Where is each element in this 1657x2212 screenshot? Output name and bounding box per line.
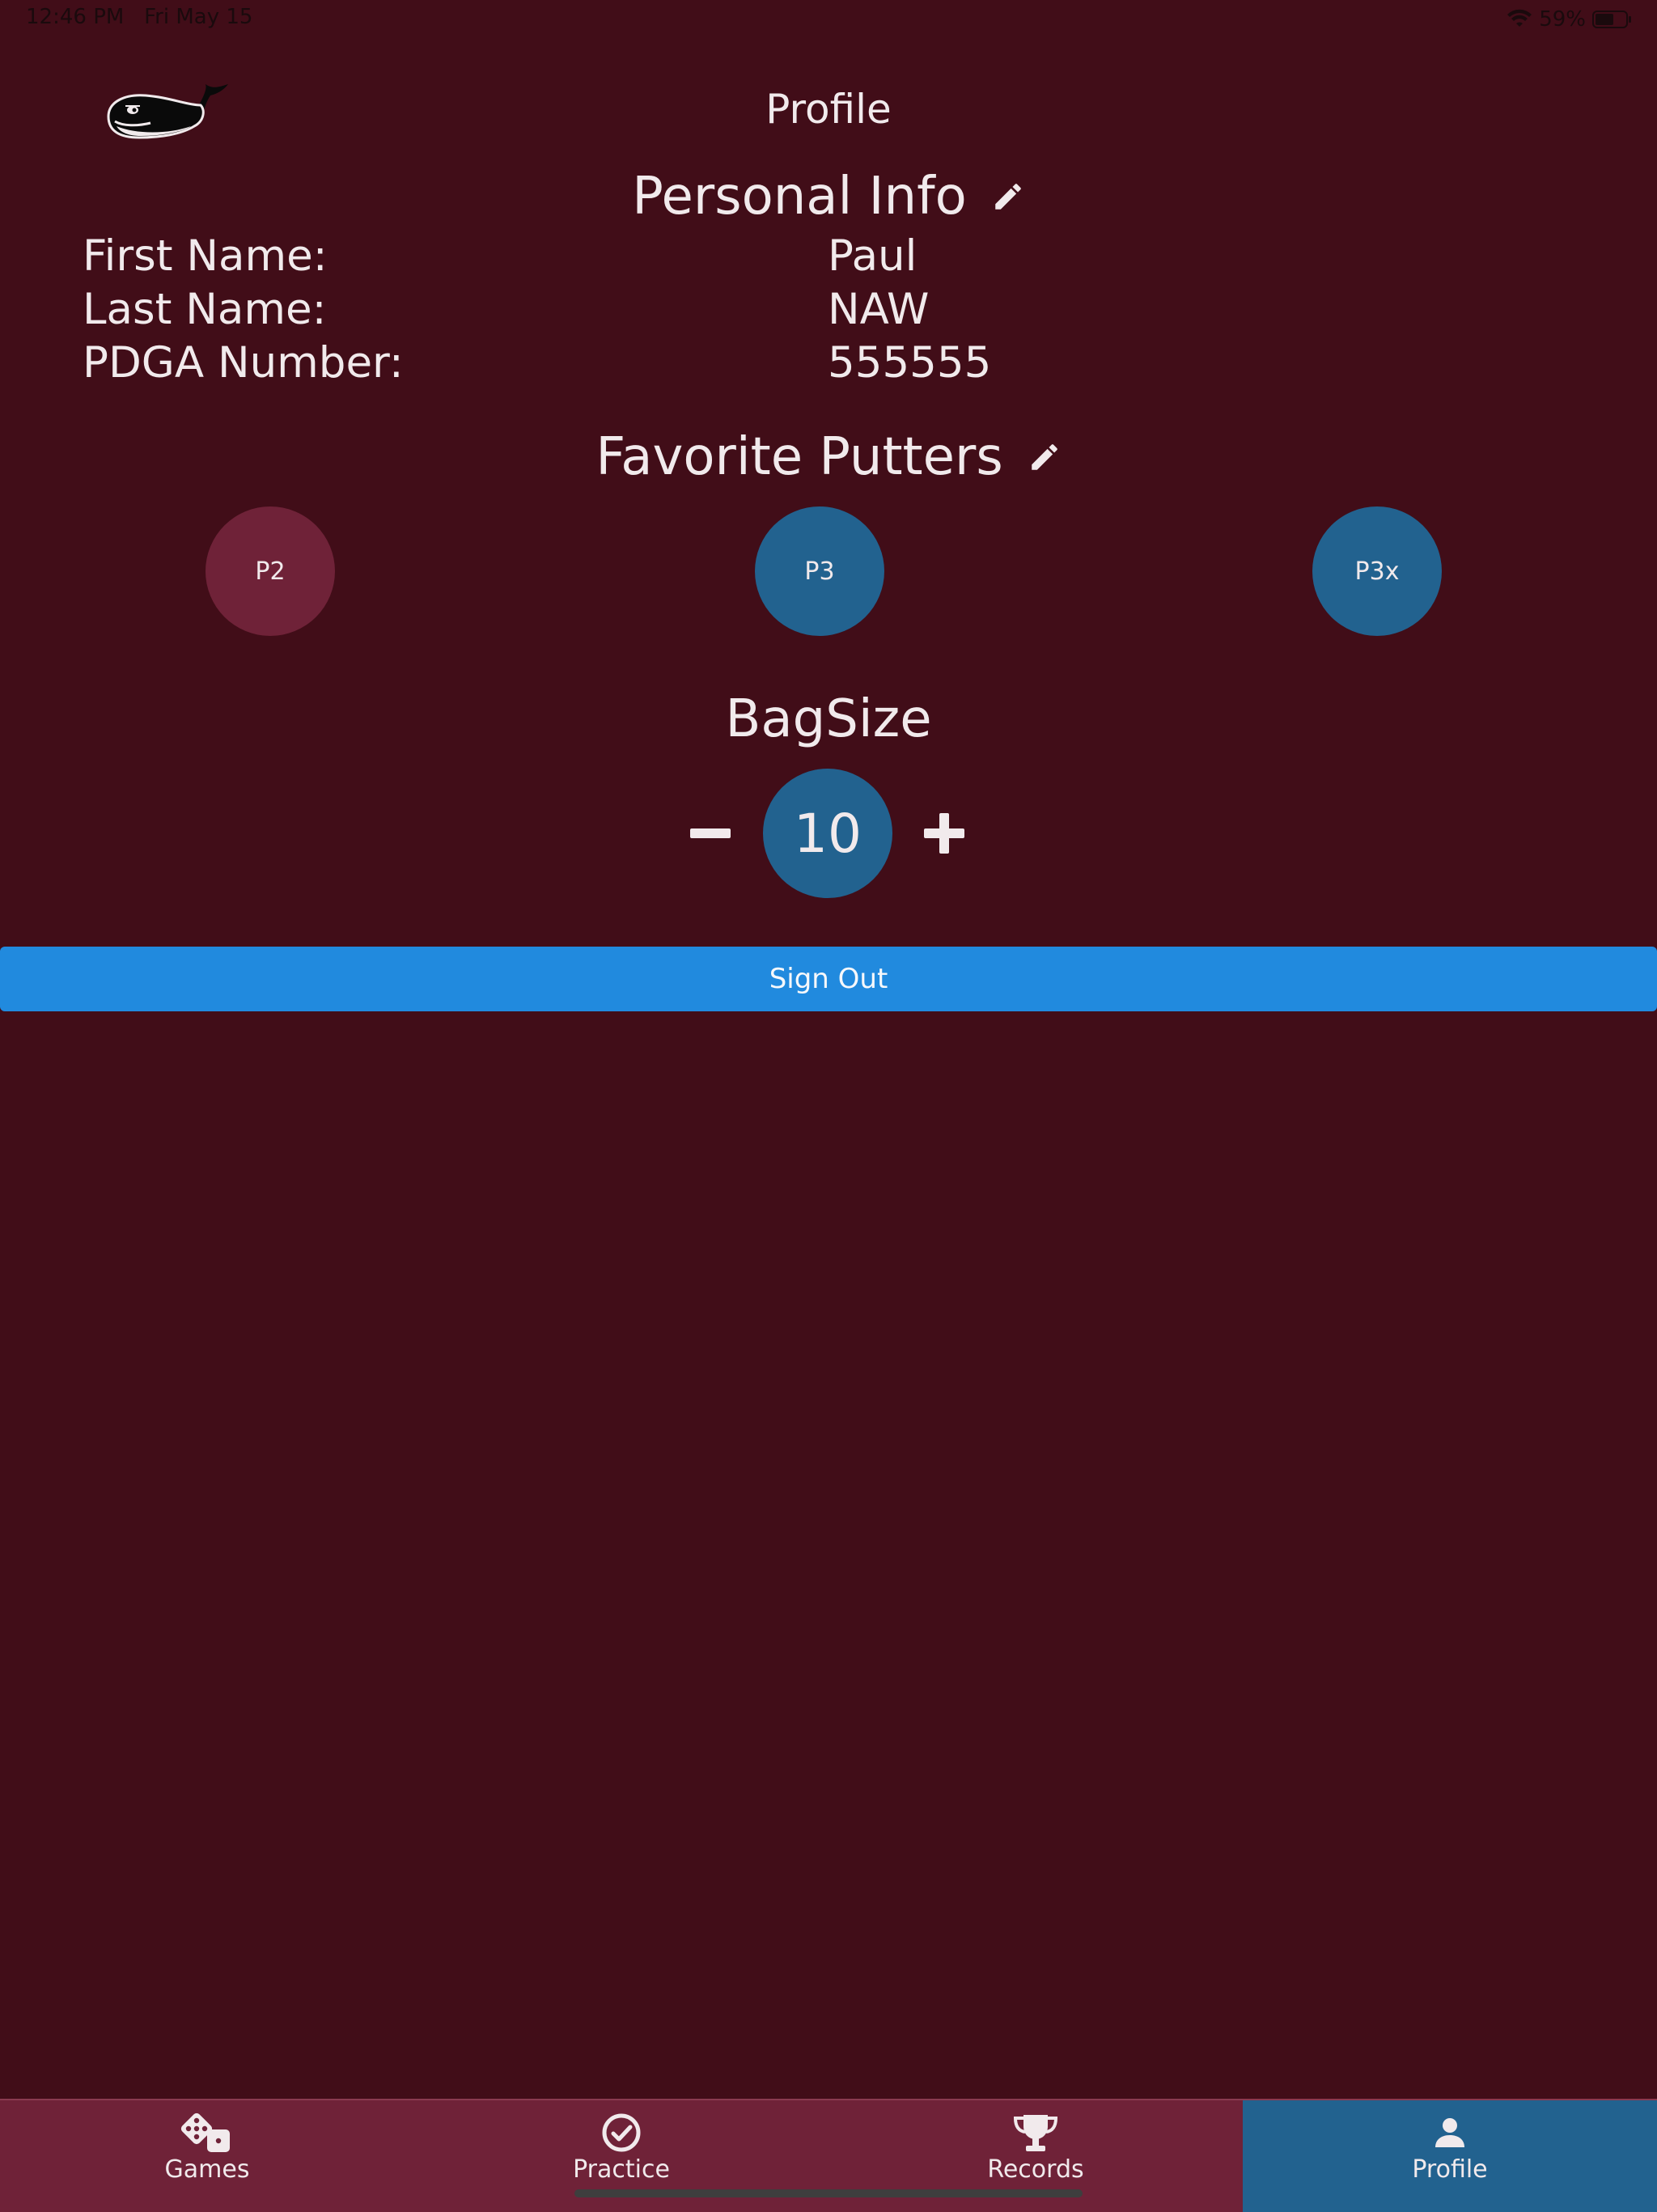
status-indicators: 59% [1507, 5, 1633, 34]
dice-icon [180, 2112, 235, 2154]
status-bar: 12:46 PM Fri May 15 59% [0, 0, 1657, 39]
pdga-number-row: PDGA Number: 555555 [83, 338, 1620, 392]
tab-records-label: Records [987, 2155, 1084, 2184]
personal-info-title: Personal Info [632, 167, 967, 227]
wifi-icon [1507, 9, 1532, 30]
pdga-number-label: PDGA Number: [83, 338, 404, 388]
last-name-row: Last Name: NAW [83, 285, 1620, 338]
trophy-icon [1012, 2112, 1059, 2154]
putter-p2-button[interactable]: P2 [206, 506, 335, 636]
bag-size-value: 10 [763, 769, 892, 898]
decrement-button[interactable] [678, 801, 743, 866]
plus-icon [924, 813, 964, 854]
home-indicator [574, 2189, 1083, 2197]
edit-personal-info-pencil-icon[interactable] [991, 180, 1025, 214]
minus-icon [690, 828, 731, 838]
putter-p3-button[interactable]: P3 [755, 506, 884, 636]
putter-label: P3 [804, 557, 835, 586]
personal-info-header: Personal Info [0, 163, 1657, 230]
favorite-putters-header: Favorite Putters [0, 424, 1657, 490]
tab-profile-label: Profile [1412, 2155, 1488, 2184]
page-title: Profile [765, 86, 892, 133]
bag-size-header: BagSize [0, 686, 1657, 752]
pdga-number-value: 555555 [828, 338, 992, 388]
favorite-putters-title: Favorite Putters [595, 427, 1003, 487]
tab-practice-label: Practice [573, 2155, 670, 2184]
person-icon [1429, 2112, 1471, 2154]
tab-games[interactable]: Games [0, 2100, 414, 2212]
first-name-value: Paul [828, 231, 917, 281]
battery-icon [1592, 10, 1633, 29]
status-time: 12:46 PM Fri May 15 [26, 5, 253, 29]
bag-size-title: BagSize [725, 689, 932, 749]
last-name-value: NAW [828, 285, 930, 334]
last-name-label: Last Name: [83, 285, 327, 334]
putter-label: P3x [1354, 557, 1400, 586]
tab-games-label: Games [164, 2155, 250, 2184]
putter-label: P2 [255, 557, 286, 586]
bag-size-number: 10 [794, 802, 862, 865]
tab-profile[interactable]: Profile [1243, 2100, 1657, 2212]
sign-out-button[interactable]: Sign Out [0, 947, 1657, 1011]
increment-button[interactable] [912, 801, 977, 866]
battery-percentage: 59% [1539, 7, 1586, 32]
edit-putters-pencil-icon[interactable] [1028, 440, 1062, 474]
check-circle-icon [600, 2112, 642, 2154]
first-name-label: First Name: [83, 231, 328, 281]
first-name-row: First Name: Paul [83, 231, 1620, 285]
putter-p3x-button[interactable]: P3x [1312, 506, 1442, 636]
